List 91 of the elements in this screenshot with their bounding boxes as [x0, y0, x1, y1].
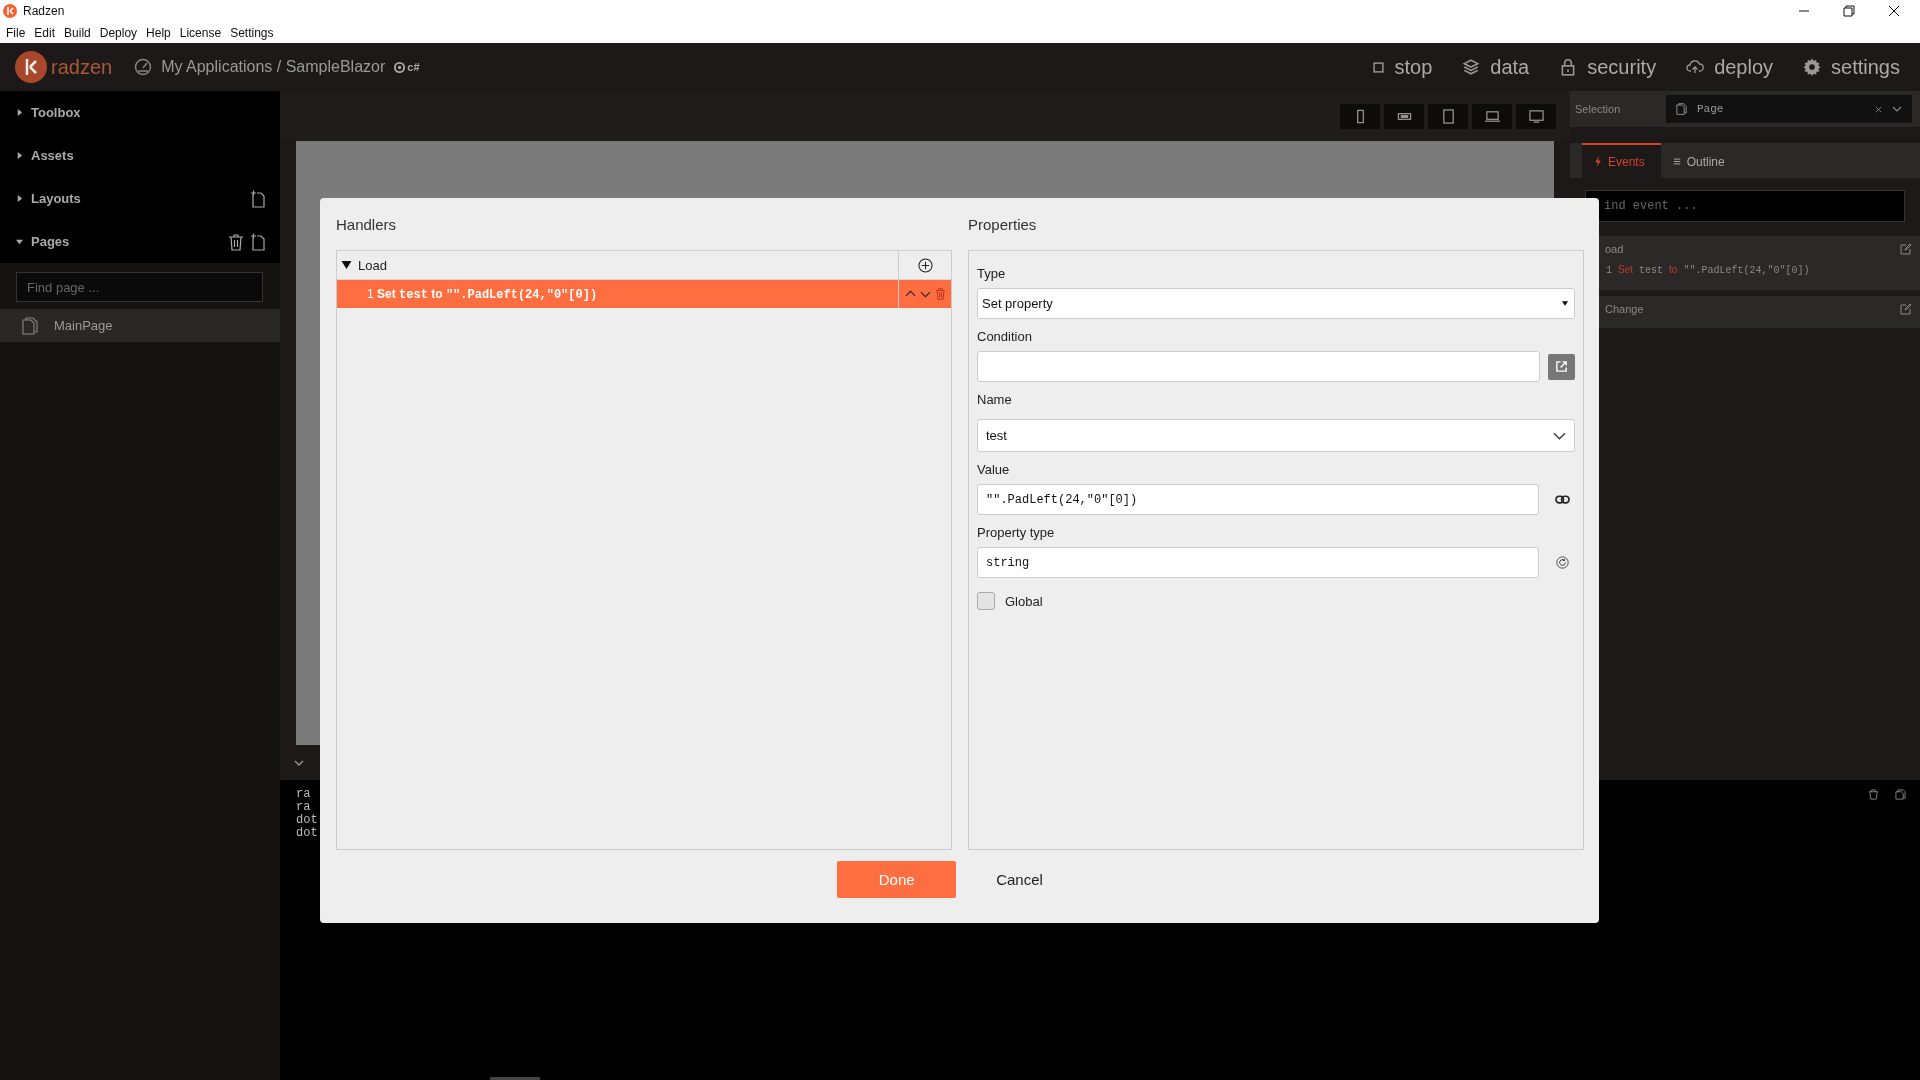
type-select[interactable]: Set property: [977, 288, 1575, 319]
output-line: ra: [296, 788, 311, 801]
section-title: Handlers: [336, 214, 398, 235]
nav-button[interactable]: security: [1559, 55, 1657, 79]
menu-item[interactable]: Build: [61, 25, 97, 40]
refresh-icon[interactable]: [1555, 556, 1570, 569]
page-item[interactable]: MainPage: [0, 309, 280, 342]
app-logo-icon: [3, 4, 17, 18]
panel-tab[interactable]: Outline: [1660, 143, 1741, 178]
device-button[interactable]: [1428, 103, 1468, 129]
lightning-icon: [1594, 156, 1602, 167]
device-button[interactable]: [1384, 103, 1424, 129]
event-name: Change: [1605, 303, 1645, 315]
nav-button[interactable]: settings: [1803, 55, 1900, 79]
edit-icon[interactable]: [1900, 243, 1912, 255]
checkbox-label: Global: [1005, 593, 1043, 609]
tablet-icon: [1440, 108, 1456, 124]
field-label: Type: [977, 266, 1007, 281]
event-row[interactable]: Load: [337, 251, 898, 279]
layers-icon: [1462, 58, 1481, 76]
caret-down-icon[interactable]: [341, 260, 352, 270]
clear-icon[interactable]: [1875, 105, 1882, 113]
laptop-icon: [1484, 108, 1500, 124]
settings-icon: [1803, 58, 1822, 76]
close-icon[interactable]: [1888, 5, 1900, 17]
nav-button[interactable]: data: [1462, 55, 1530, 79]
menu-item[interactable]: Help: [143, 25, 177, 40]
breadcrumb[interactable]: My Applications / SampleBlazor: [161, 58, 386, 76]
handler-summary: 1 Set test to "".PadLeft(24,"0"[0]): [1605, 263, 1811, 278]
search-field[interactable]: ind event ...: [1585, 190, 1905, 222]
page-icon: [1676, 103, 1687, 115]
logo-text: radzen: [51, 55, 113, 79]
copy-icon[interactable]: [1895, 789, 1906, 800]
page-icon: [22, 316, 38, 335]
stop-icon: [1373, 61, 1385, 73]
caret-down-icon: [1562, 301, 1568, 306]
add-icon[interactable]: [917, 257, 933, 273]
menu-item[interactable]: Settings: [227, 25, 280, 40]
expression-button[interactable]: [1548, 353, 1575, 380]
device-button[interactable]: [1340, 103, 1380, 129]
name-dropdown[interactable]: test: [977, 419, 1575, 452]
sidebar-section[interactable]: Layouts: [0, 177, 280, 220]
link-icon[interactable]: [1555, 493, 1570, 506]
search-field[interactable]: Find page ...: [16, 272, 263, 302]
chevron-down-icon[interactable]: [1892, 104, 1902, 114]
logo-icon: [15, 51, 47, 83]
checkbox[interactable]: [977, 592, 995, 610]
output-line: ra: [296, 801, 311, 814]
trash-icon[interactable]: [1868, 789, 1879, 800]
monitor-icon: [1528, 108, 1544, 124]
trash-icon[interactable]: [228, 232, 244, 251]
menu-item[interactable]: File: [3, 25, 32, 40]
edit-icon[interactable]: [1900, 303, 1912, 315]
chevron-down-icon: [1553, 431, 1566, 440]
window-title: Radzen: [23, 4, 65, 18]
device-button[interactable]: [1472, 103, 1512, 129]
open-external-icon: [1555, 360, 1568, 373]
condition-field[interactable]: [977, 351, 1540, 382]
language-label: c#: [407, 61, 420, 73]
handler-text: 1 Set test to "".PadLeft(24,"0"[0]): [367, 286, 598, 302]
menu-item[interactable]: Edit: [31, 25, 62, 40]
device-button[interactable]: [1516, 103, 1556, 129]
panel-tab[interactable]: Events: [1582, 143, 1661, 178]
add-file-icon[interactable]: [250, 189, 266, 208]
selection-label: Selection: [1575, 103, 1622, 115]
blazor-icon: [393, 60, 407, 74]
output-line: dot: [296, 814, 318, 827]
sidebar-section[interactable]: Pages: [0, 220, 280, 263]
list-icon: [1672, 156, 1681, 167]
restore-icon[interactable]: [1843, 5, 1855, 17]
cloud-upload-icon: [1686, 58, 1705, 76]
field-label: Value: [977, 462, 1011, 477]
value-field[interactable]: "".PadLeft(24,"0"[0]): [977, 484, 1539, 515]
menu-item[interactable]: License: [176, 25, 228, 40]
sidebar-section[interactable]: Assets: [0, 134, 280, 177]
nav-button[interactable]: stop: [1373, 55, 1433, 79]
cancel-button[interactable]: Cancel: [956, 861, 1083, 898]
gauge-icon: [134, 58, 153, 76]
field-label: Property type: [977, 525, 1056, 540]
scrollbar[interactable]: [490, 1077, 540, 1080]
section-title: Properties: [968, 214, 1038, 235]
output-line: dot: [296, 827, 318, 840]
property-type-field[interactable]: string: [977, 547, 1539, 578]
add-file-icon[interactable]: [250, 232, 266, 251]
nav-button[interactable]: deploy: [1686, 55, 1774, 79]
event-name: oad: [1605, 243, 1625, 255]
selection-dropdown[interactable]: Page: [1666, 95, 1912, 123]
sidebar-section[interactable]: Toolbox: [0, 91, 280, 134]
field-label: Name: [977, 392, 1013, 407]
field-label: Condition: [977, 329, 1033, 344]
menu-item[interactable]: Deploy: [96, 25, 144, 40]
